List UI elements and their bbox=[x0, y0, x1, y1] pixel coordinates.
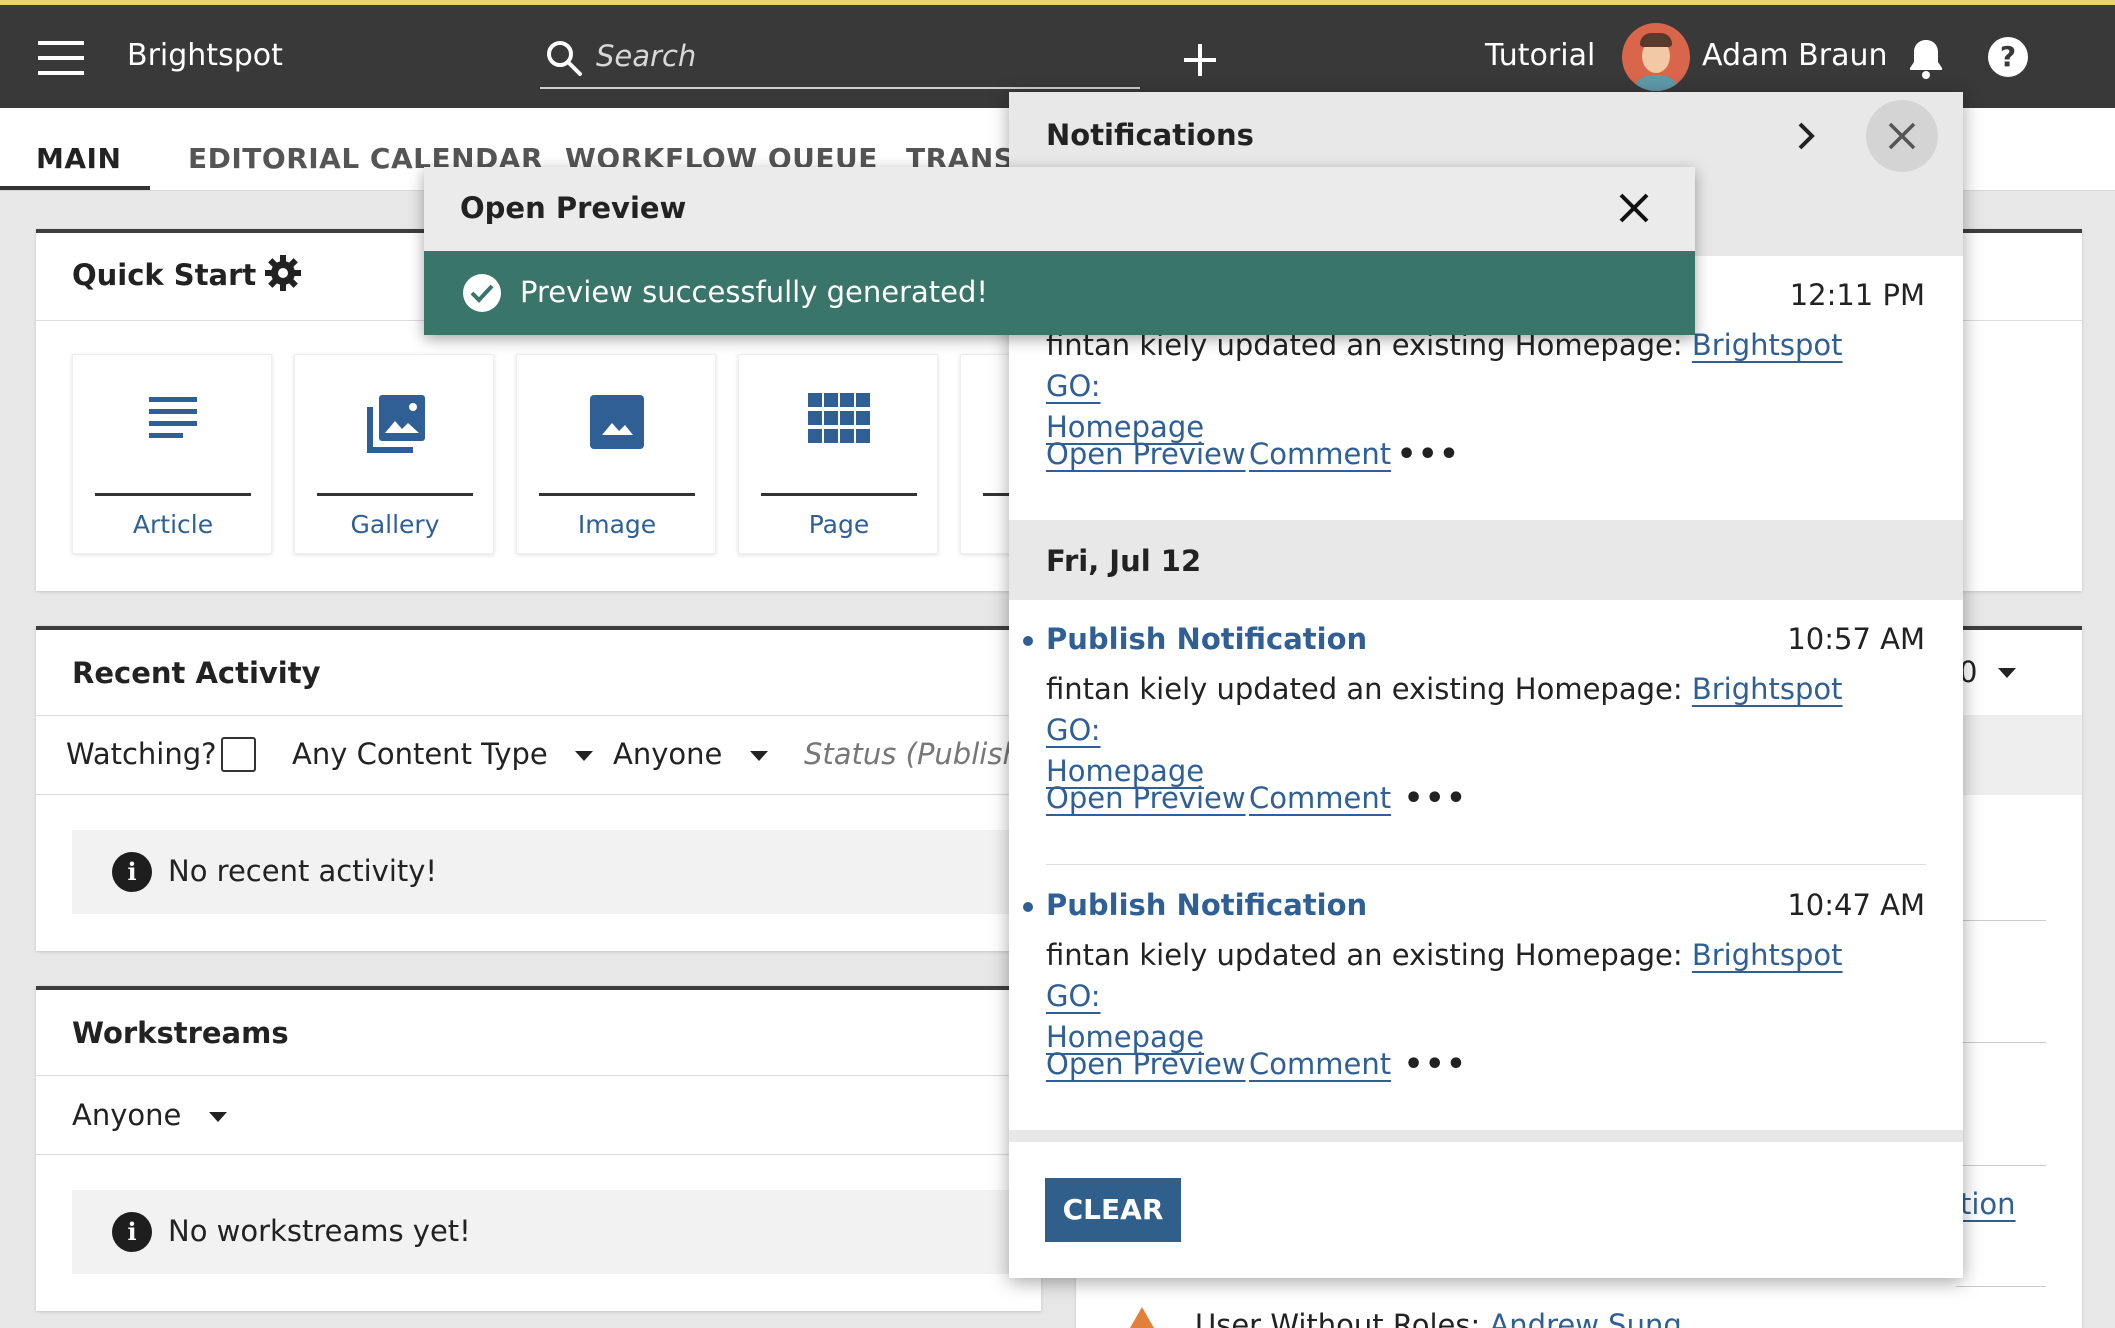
comment-link[interactable]: Comment bbox=[1249, 781, 1391, 815]
watching-checkbox[interactable] bbox=[221, 737, 256, 772]
quick-start-gallery[interactable]: Gallery bbox=[294, 354, 494, 554]
notification-title[interactable]: Publish Notification bbox=[1046, 622, 1367, 656]
notification-time: 12:11 PM bbox=[1789, 278, 1925, 312]
date-group-label: Fri, Jul 12 bbox=[1046, 544, 1202, 578]
notification-time: 10:47 AM bbox=[1787, 888, 1925, 922]
right-panel-bottom-row: User Without Roles: Andrew Sung bbox=[1195, 1308, 1682, 1328]
content-type-select[interactable]: Any Content Type bbox=[292, 737, 593, 771]
chevron-down-icon bbox=[749, 751, 768, 761]
check-circle-icon bbox=[463, 274, 501, 312]
app-name[interactable]: Brightspot bbox=[127, 38, 283, 73]
comment-link[interactable]: Comment bbox=[1249, 437, 1391, 471]
bell-icon[interactable] bbox=[1908, 38, 1944, 80]
more-options-icon[interactable]: ••• bbox=[1397, 437, 1461, 472]
workstreams-title: Workstreams bbox=[72, 1016, 289, 1050]
open-preview-dialog: Open Preview Preview successfully genera… bbox=[424, 167, 1695, 335]
more-options-icon[interactable]: ••• bbox=[1404, 781, 1468, 816]
gallery-icon bbox=[367, 395, 425, 453]
divider bbox=[1046, 864, 1926, 865]
status-select[interactable]: Status (Publishe bbox=[804, 737, 1039, 771]
quick-start-article[interactable]: Article bbox=[72, 354, 272, 554]
workstreams-empty: i No workstreams yet! bbox=[72, 1190, 1072, 1274]
chevron-down-icon bbox=[208, 1112, 227, 1122]
content-type-value: Any Content Type bbox=[292, 737, 548, 771]
workstreams-empty-text: No workstreams yet! bbox=[168, 1214, 471, 1248]
close-icon[interactable] bbox=[1619, 193, 1649, 223]
info-icon: i bbox=[112, 1212, 152, 1252]
grid-icon bbox=[808, 393, 870, 443]
quick-start-page[interactable]: Page bbox=[738, 354, 938, 554]
success-message: Preview successfully generated! bbox=[520, 275, 989, 309]
warning-icon bbox=[1126, 1307, 1158, 1328]
image-icon bbox=[590, 395, 644, 449]
notifications-title: Notifications bbox=[1046, 118, 1254, 152]
help-icon[interactable]: ? bbox=[1988, 37, 2028, 77]
tutorial-link[interactable]: Tutorial bbox=[1485, 38, 1595, 73]
tab-main[interactable]: MAIN bbox=[36, 142, 121, 175]
quick-start-title: Quick Start bbox=[72, 258, 257, 292]
article-icon bbox=[149, 397, 197, 438]
right-panel-link[interactable]: tion bbox=[1960, 1187, 2016, 1221]
watching-label: Watching? bbox=[66, 737, 217, 771]
search-placeholder: Search bbox=[596, 39, 697, 73]
more-options-icon[interactable]: ••• bbox=[1404, 1047, 1468, 1082]
person-value: Anyone bbox=[613, 737, 723, 771]
search-field[interactable]: Search bbox=[540, 31, 1140, 89]
success-banner: Preview successfully generated! bbox=[424, 251, 1695, 335]
unread-indicator bbox=[1023, 902, 1033, 912]
workstreams-person-value: Anyone bbox=[72, 1098, 182, 1132]
notification-time: 10:57 AM bbox=[1787, 622, 1925, 656]
plus-icon[interactable] bbox=[1182, 42, 1218, 78]
gear-icon[interactable] bbox=[264, 254, 302, 292]
gallery-label: Gallery bbox=[350, 510, 440, 539]
comment-link[interactable]: Comment bbox=[1249, 1047, 1391, 1081]
notification-text: fintan kiely updated an existing Homepag… bbox=[1046, 672, 1843, 788]
open-preview-link[interactable]: Open Preview bbox=[1046, 781, 1246, 815]
notification-title[interactable]: Publish Notification bbox=[1046, 888, 1367, 922]
quick-start-image[interactable]: Image bbox=[516, 354, 716, 554]
chevron-down-icon[interactable] bbox=[1998, 668, 2016, 678]
avatar[interactable] bbox=[1622, 23, 1690, 91]
chevron-down-icon bbox=[574, 751, 593, 761]
active-tab-indicator bbox=[0, 186, 150, 190]
search-icon bbox=[547, 41, 582, 76]
close-notifications-button[interactable] bbox=[1866, 100, 1938, 172]
article-label: Article bbox=[132, 510, 214, 539]
person-select[interactable]: Anyone bbox=[613, 737, 768, 771]
recent-activity-title: Recent Activity bbox=[72, 656, 321, 690]
notifications-footer-separator bbox=[1009, 1130, 1963, 1142]
recent-activity-empty-text: No recent activity! bbox=[168, 854, 438, 888]
bottom-row-text: User Without Roles: bbox=[1195, 1308, 1481, 1328]
page-label: Page bbox=[808, 510, 870, 539]
close-icon bbox=[1888, 122, 1916, 150]
notification-text: fintan kiely updated an existing Homepag… bbox=[1046, 938, 1843, 1054]
image-label: Image bbox=[577, 510, 657, 539]
notification-text: fintan kiely updated an existing Homepag… bbox=[1046, 328, 1843, 444]
user-name[interactable]: Adam Braun bbox=[1702, 38, 1888, 73]
unread-indicator bbox=[1023, 636, 1033, 646]
open-preview-link[interactable]: Open Preview bbox=[1046, 1047, 1246, 1081]
clear-button[interactable]: CLEAR bbox=[1045, 1178, 1181, 1242]
menu-icon[interactable] bbox=[38, 41, 84, 75]
bottom-row-link[interactable]: Andrew Sung bbox=[1489, 1308, 1681, 1328]
open-preview-link[interactable]: Open Preview bbox=[1046, 437, 1246, 471]
chevron-right-icon[interactable] bbox=[1795, 120, 1817, 152]
recent-activity-empty: i No recent activity! bbox=[72, 830, 1072, 914]
info-icon: i bbox=[112, 852, 152, 892]
dialog-title: Open Preview bbox=[460, 191, 687, 225]
workstreams-person-select[interactable]: Anyone bbox=[72, 1098, 227, 1132]
